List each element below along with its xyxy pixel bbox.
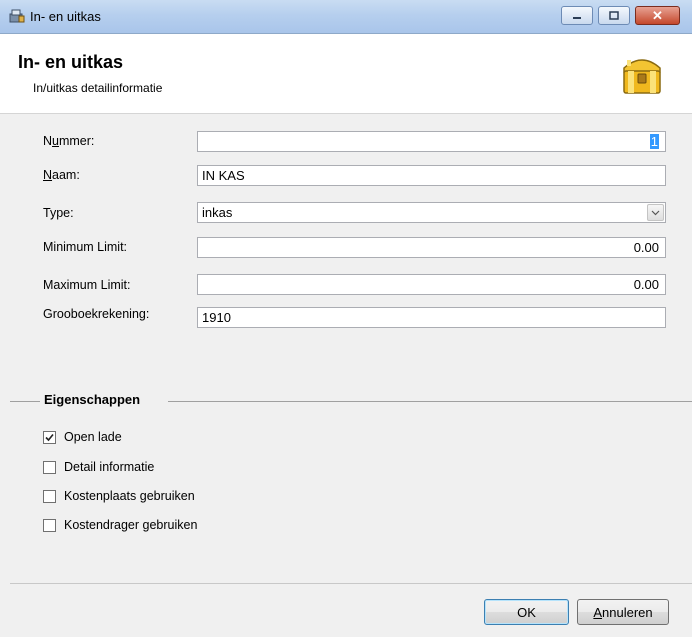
detail-informatie-checkbox[interactable] bbox=[43, 460, 56, 474]
max-limit-input[interactable]: 0.00 bbox=[197, 274, 666, 295]
kostenplaats-checkbox[interactable] bbox=[43, 489, 56, 503]
kostendrager-checkbox[interactable] bbox=[43, 518, 56, 532]
maximize-icon bbox=[609, 11, 619, 20]
kostenplaats-checkbox-row[interactable]: Kostenplaats gebruiken bbox=[43, 488, 195, 504]
cash-register-icon bbox=[9, 9, 25, 23]
kostendrager-checkbox-row[interactable]: Kostendrager gebruiken bbox=[43, 517, 197, 533]
open-lade-checkbox[interactable] bbox=[43, 430, 56, 444]
naam-input[interactable]: IN KAS bbox=[197, 165, 666, 186]
min-limit-label: Minimum Limit: bbox=[43, 240, 128, 254]
ok-button[interactable]: OK bbox=[484, 599, 569, 625]
kostenplaats-label: Kostenplaats gebruiken bbox=[64, 489, 195, 503]
nummer-value: 1 bbox=[649, 134, 659, 149]
group-divider-right bbox=[168, 401, 692, 402]
nummer-label: Nummer: bbox=[43, 134, 95, 148]
dialog-window: In- en uitkas ✕ In- en uitkas In/uitkas … bbox=[0, 0, 692, 637]
type-dropdown-button[interactable] bbox=[647, 204, 664, 221]
close-icon: ✕ bbox=[652, 7, 663, 23]
maximize-button[interactable] bbox=[598, 6, 630, 25]
close-button[interactable]: ✕ bbox=[635, 6, 680, 25]
group-divider-left bbox=[10, 401, 40, 402]
minimize-icon bbox=[573, 16, 581, 19]
kostendrager-label: Kostendrager gebruiken bbox=[64, 518, 198, 532]
footer-divider bbox=[10, 583, 692, 584]
naam-label: Naam: bbox=[43, 168, 80, 182]
window-title: In- en uitkas bbox=[30, 9, 101, 24]
type-value: inkas bbox=[202, 205, 233, 220]
detail-informatie-label: Detail informatie bbox=[64, 460, 155, 474]
page-title: In- en uitkas bbox=[18, 52, 124, 72]
header-panel: In- en uitkas In/uitkas detailinformatie bbox=[0, 34, 692, 114]
nummer-input[interactable]: 1 bbox=[197, 131, 666, 152]
minimize-button[interactable] bbox=[561, 6, 593, 25]
detail-informatie-checkbox-row[interactable]: Detail informatie bbox=[43, 459, 154, 475]
checkmark-icon bbox=[45, 433, 54, 441]
type-label: Type: bbox=[43, 206, 74, 220]
open-lade-checkbox-row[interactable]: Open lade bbox=[43, 429, 122, 445]
page-subtitle: In/uitkas detailinformatie bbox=[33, 81, 163, 95]
grootboek-input[interactable]: 1910 bbox=[197, 307, 666, 328]
type-select[interactable]: inkas bbox=[197, 202, 666, 223]
max-limit-label: Maximum Limit: bbox=[43, 278, 131, 292]
properties-group-title: Eigenschappen bbox=[44, 392, 143, 407]
min-limit-input[interactable]: 0.00 bbox=[197, 237, 666, 258]
open-lade-label: Open lade bbox=[64, 430, 122, 444]
chevron-down-icon bbox=[651, 210, 660, 215]
treasure-chest-icon bbox=[623, 59, 661, 94]
grootboek-label: Grooboekrekening: bbox=[43, 307, 150, 321]
cancel-button[interactable]: Annuleren bbox=[577, 599, 669, 625]
title-bar[interactable]: In- en uitkas ✕ bbox=[0, 0, 692, 34]
